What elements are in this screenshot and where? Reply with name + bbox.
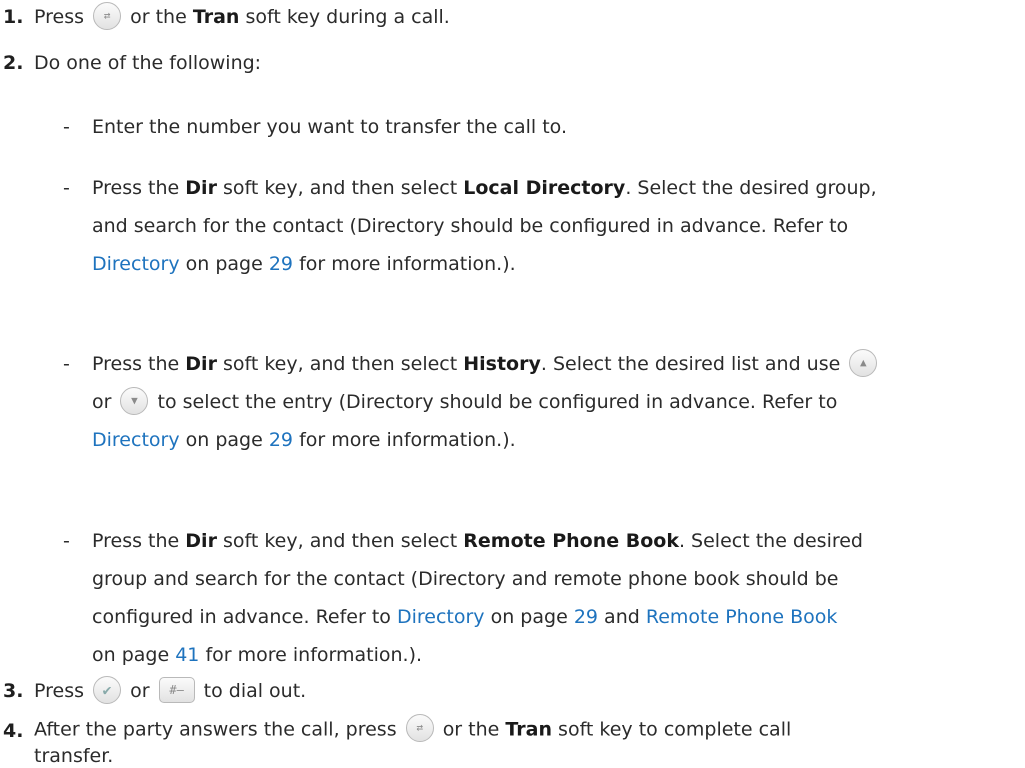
transfer-key-icon: ⇄ [405, 714, 434, 742]
remote-phone-book-label: Remote Phone Book [463, 530, 679, 552]
bullet-dash: - [63, 530, 70, 552]
page-29-link[interactable]: 29 [269, 253, 293, 275]
option-text: Press the Dir soft key, and then select … [92, 530, 863, 666]
option-text: Press the Dir soft key, and then select … [92, 345, 962, 459]
option-text: Press the Dir soft key, and then select … [92, 177, 877, 275]
history-label: History [463, 353, 541, 375]
down-arrow-key-icon: ▼ [120, 386, 149, 415]
step-number: 4. [3, 720, 24, 742]
step-text: Press ⇄ or the Tran soft key during a ca… [34, 1, 1010, 32]
remote-phone-book-link[interactable]: Remote Phone Book [646, 606, 838, 628]
dir-soft-key-label: Dir [185, 353, 217, 375]
directory-link[interactable]: Directory [92, 253, 180, 275]
step-text: Do one of the following: [34, 52, 262, 74]
bullet-dash: - [63, 353, 70, 375]
tran-soft-key-label: Tran [505, 718, 552, 741]
local-directory-label: Local Directory [463, 177, 626, 199]
directory-link[interactable]: Directory [92, 429, 180, 451]
step-number: 1. [3, 6, 24, 28]
up-arrow-key-icon: ▲ [849, 348, 878, 377]
tran-soft-key-label: Tran [192, 6, 240, 28]
step-number: 2. [3, 52, 24, 74]
step-text: After the party answers the call, press … [34, 714, 1010, 768]
step-number: 3. [3, 680, 24, 702]
ok-check-key-icon: ✔ [93, 675, 122, 704]
step-text: Press ✔ or #— to dial out. [34, 675, 1010, 706]
page-29-link[interactable]: 29 [574, 606, 598, 628]
pound-send-key-icon: #— [158, 676, 195, 703]
page-41-link[interactable]: 41 [175, 644, 199, 666]
page-29-link[interactable]: 29 [269, 429, 293, 451]
dir-soft-key-label: Dir [185, 530, 217, 552]
transfer-key-icon: ⇄ [93, 1, 122, 30]
dir-soft-key-label: Dir [185, 177, 217, 199]
bullet-dash: - [63, 116, 70, 138]
directory-link[interactable]: Directory [397, 606, 485, 628]
option-text: Enter the number you want to transfer th… [92, 116, 567, 138]
bullet-dash: - [63, 177, 70, 199]
